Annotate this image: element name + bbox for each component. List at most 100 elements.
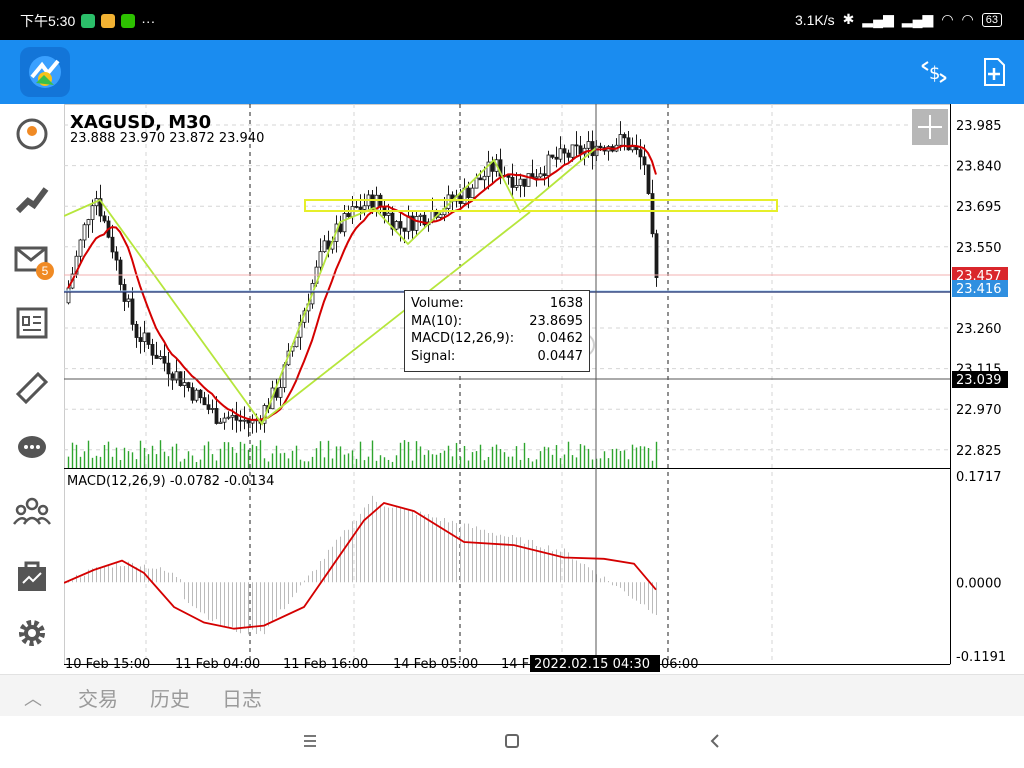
time-tick: 11 Feb 16:00 (283, 657, 368, 672)
candle-body (346, 213, 351, 217)
sidebar: 5 (0, 104, 64, 674)
tooltip-ma-value: 23.8695 (529, 313, 583, 329)
candle-body (522, 178, 527, 187)
candle-body (278, 387, 283, 398)
candle-body (114, 251, 119, 261)
price-tick: 23.550 (956, 241, 1002, 256)
time-tick: 11 Feb 04:00 (175, 657, 260, 672)
candle-body (402, 227, 407, 232)
candle-body (542, 173, 547, 177)
macd-label: MACD(12,26,9) -0.0782 -0.0134 (67, 474, 275, 489)
time-tick: 10 Feb 15:00 (65, 657, 150, 672)
recent-apps-icon[interactable] (302, 734, 318, 748)
macd-tick: 0.1717 (956, 470, 1002, 485)
candle-body (642, 156, 647, 166)
candle-body (166, 362, 171, 375)
candle-body (570, 144, 575, 158)
chart-overlays (64, 104, 950, 664)
price-tick: 23.840 (956, 160, 1002, 175)
candle-body (394, 221, 399, 230)
tab-journal[interactable]: 日志 (222, 683, 262, 712)
macd-tick: -0.1191 (956, 650, 1006, 665)
status-time: 下午5:30 (20, 13, 76, 29)
candle-body (590, 141, 595, 157)
candle-body (322, 240, 327, 253)
candle-body (230, 415, 235, 418)
battery-icon: 63 (981, 12, 1002, 27)
chat-icon[interactable] (12, 429, 52, 469)
candle-body (598, 145, 603, 149)
tooltip-volume-value: 1638 (549, 296, 583, 311)
macd-histogram (68, 495, 657, 635)
ask-price-label: 23.416 (956, 282, 1002, 297)
candle-body (214, 408, 219, 424)
quotes-icon[interactable] (12, 114, 52, 154)
price-chart[interactable]: 23.98523.84023.69523.55023.26023.11522.9… (64, 104, 1024, 674)
wifi-icon: ◠ (941, 11, 954, 27)
tooltip-macd-value: 0.0462 (537, 331, 584, 346)
candle-body (158, 356, 163, 359)
candle-body (574, 144, 579, 147)
candle-body (342, 213, 347, 233)
tooltip-signal-label: Signal: (411, 348, 456, 364)
candle-body (194, 389, 199, 401)
candle-body (554, 156, 559, 160)
candle-body (126, 298, 131, 302)
status-bar: 下午5:30 ··· 3.1K/s ✱ ▂▄▆ ▂▄▆ ◠ ◠ 63 (0, 0, 1024, 40)
candle-body (218, 421, 223, 424)
candle-body (638, 149, 643, 158)
wifi2-icon: ◠ (961, 11, 974, 27)
tooltip-macd-label: MACD(12,26,9): (411, 331, 515, 346)
chart-axes: 23.98523.84023.69523.55023.26023.11522.9… (65, 119, 1008, 672)
candle-body (626, 137, 631, 151)
data-window-tooltip: Volume: 1638 MA(10): 23.8695 MACD(12,26,9)… (404, 290, 590, 372)
candle-body (190, 387, 195, 401)
chart-ohlc-label: 23.888 23.970 23.872 23.940 (70, 131, 265, 146)
tab-history[interactable]: 历史 (150, 683, 190, 712)
candle-body (386, 212, 391, 216)
macd-tick: 0.0000 (956, 576, 1002, 591)
candle-body (618, 134, 623, 146)
svg-text:$: $ (929, 63, 940, 84)
status-more: ··· (141, 13, 156, 29)
time-tick: 14 F (501, 657, 529, 672)
network-speed: 3.1K/s (794, 11, 835, 28)
mail-icon[interactable]: 5 (12, 240, 54, 280)
notes-app-icon (101, 14, 116, 28)
time-tick: 06:00 (661, 657, 698, 672)
signal2-icon: ▂▄▆ (901, 11, 934, 27)
candle-body (482, 175, 487, 181)
candle-body (414, 216, 419, 231)
candle-body (622, 134, 627, 139)
price-tick: 23.260 (956, 322, 1002, 337)
new-order-icon[interactable] (978, 56, 1010, 88)
back-icon[interactable] (708, 733, 722, 749)
market-icon[interactable] (12, 555, 52, 595)
candle-body (526, 173, 531, 187)
charts-icon[interactable] (12, 177, 52, 217)
settings-icon[interactable] (12, 613, 52, 653)
signal-icon: ▂▄▆ (862, 11, 894, 27)
home-icon[interactable] (505, 734, 519, 748)
tab-trade[interactable]: 交易 (78, 683, 118, 712)
candle-body (82, 224, 87, 241)
candle-body (222, 417, 227, 423)
candle-body (130, 298, 135, 325)
candle-body (246, 419, 251, 424)
candle-body (182, 382, 187, 386)
crosshair-button[interactable] (912, 109, 948, 145)
candle-body (646, 164, 651, 194)
trade-dollar-icon[interactable]: $ (918, 56, 950, 88)
news-icon[interactable] (12, 303, 52, 343)
tooltip-volume-label: Volume: (411, 296, 464, 311)
system-nav-bar (0, 716, 1024, 768)
community-icon[interactable] (12, 492, 52, 532)
tradays-icon[interactable] (12, 366, 52, 406)
metatrader-logo-icon[interactable] (20, 47, 70, 97)
expand-chevron-icon[interactable]: ︿ (24, 685, 42, 711)
candle-body (586, 141, 591, 149)
candle-body (162, 356, 167, 364)
candle-body (438, 214, 443, 218)
candle-body (198, 389, 203, 399)
candle-body (226, 416, 231, 419)
